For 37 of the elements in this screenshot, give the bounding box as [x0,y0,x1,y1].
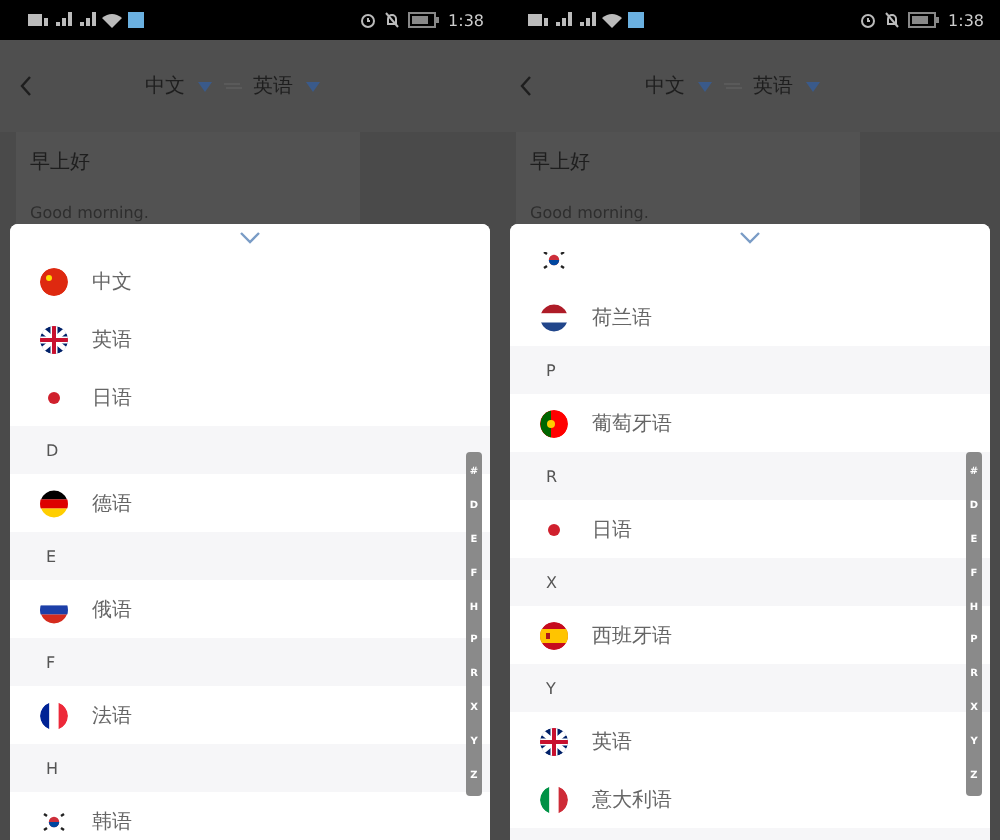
caret-icon [197,81,211,91]
language-label: 德语 [92,491,132,517]
chevron-down-icon[interactable] [240,232,260,244]
alarm-icon [360,12,377,28]
section-letter: H [46,759,59,777]
section-letter: F [46,653,56,671]
section-letter: X [546,573,557,591]
section-letter: D [46,441,59,459]
caret-icon [305,81,319,91]
battery-icon [408,12,441,28]
language-label: 西班牙语 [592,623,672,649]
caret-icon [697,81,711,91]
chevron-down-icon[interactable] [740,232,760,244]
language-label: 日语 [592,517,632,543]
section-letter: E [46,547,57,565]
caret-icon [805,81,819,91]
section-letter: P [546,361,556,379]
alarm-icon [860,12,877,28]
language-label: 意大利语 [592,787,672,813]
section-letter: Y [546,679,556,697]
language-label: 英语 [592,729,632,755]
language-label: 韩语 [92,809,132,835]
language-label: 英语 [92,327,132,353]
language-label: 日语 [92,385,132,411]
language-label: 中文 [92,269,132,295]
language-label: 葡萄牙语 [592,411,672,437]
clock-time: 1:38 [948,11,984,29]
back-icon[interactable] [520,76,532,96]
language-label: 法语 [92,703,132,729]
back-icon[interactable] [20,76,32,96]
muted-bell-icon [884,12,901,28]
muted-bell-icon [384,12,401,28]
language-label: 俄语 [92,597,132,623]
language-label: 荷兰语 [592,305,652,331]
battery-icon [908,12,941,28]
clock-time: 1:38 [448,11,484,29]
section-letter: R [546,467,558,485]
